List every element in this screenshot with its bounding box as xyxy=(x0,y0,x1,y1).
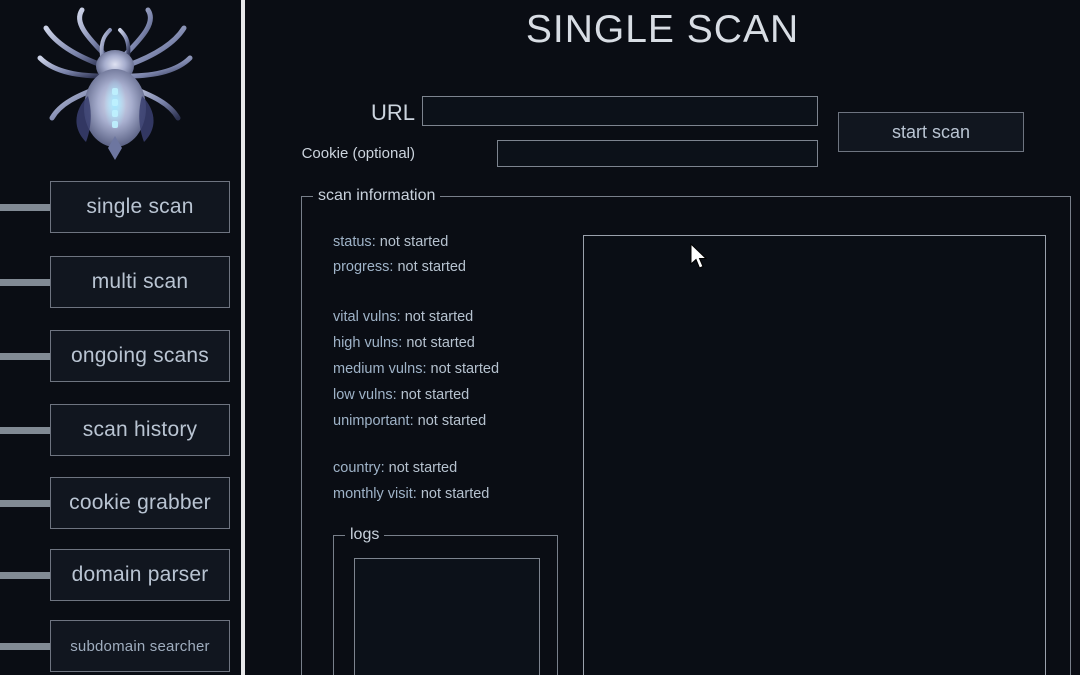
info-medium-vulns: medium vulns: not started xyxy=(333,361,500,377)
nav-connector-single-scan xyxy=(0,204,50,211)
info-low-vulns: low vulns: not started xyxy=(333,387,470,403)
start-scan-label: start scan xyxy=(891,121,971,142)
start-scan-button[interactable]: start scan xyxy=(838,112,1024,152)
cookie-label: Cookie (optional) xyxy=(301,145,415,162)
nav-connector-ongoing-scans xyxy=(0,353,50,360)
sidebar-item-label: scan history xyxy=(82,418,198,441)
url-label: URL xyxy=(370,100,415,125)
scan-results-panel[interactable] xyxy=(583,235,1046,675)
logs-groupbox: logs xyxy=(333,526,558,675)
sidebar-item-subdomain-searcher[interactable]: subdomain searcher xyxy=(50,620,230,672)
sidebar-item-cookie-grabber[interactable]: cookie grabber xyxy=(50,477,230,529)
sidebar-item-domain-parser[interactable]: domain parser xyxy=(50,549,230,601)
nav-connector-subdomain-searcher xyxy=(0,643,50,650)
info-vital-vulns: vital vulns: not started xyxy=(333,309,474,325)
nav-connector-scan-history xyxy=(0,427,50,434)
nav-connector-domain-parser xyxy=(0,572,50,579)
sidebar-item-scan-history[interactable]: scan history xyxy=(50,404,230,456)
info-unimportant: unimportant: not started xyxy=(333,413,487,429)
sidebar: single scan multi scan ongoing scans sca… xyxy=(0,0,243,675)
info-progress: progress: not started xyxy=(333,259,466,275)
logs-textarea[interactable] xyxy=(354,558,540,675)
sidebar-item-label: subdomain searcher xyxy=(70,637,210,655)
sidebar-item-label: domain parser xyxy=(71,563,209,586)
sidebar-item-multi-scan[interactable]: multi scan xyxy=(50,256,230,308)
scan-information-groupbox: scan information status: not started pro… xyxy=(301,187,1071,675)
info-monthly-visit: monthly visit: not started xyxy=(333,486,490,502)
info-country: country: not started xyxy=(333,460,458,476)
sidebar-item-label: multi scan xyxy=(91,270,189,293)
application-window: single scan multi scan ongoing scans sca… xyxy=(0,0,1080,675)
info-status: status: not started xyxy=(333,234,449,250)
sidebar-item-ongoing-scans[interactable]: ongoing scans xyxy=(50,330,230,382)
nav-connector-cookie-grabber xyxy=(0,500,50,507)
main-content: SINGLE SCAN URL Cookie (optional) start … xyxy=(245,0,1080,675)
sidebar-item-label: single scan xyxy=(86,195,194,218)
scan-information-title: scan information xyxy=(313,187,441,205)
url-input[interactable] xyxy=(422,96,818,126)
page-title: SINGLE SCAN xyxy=(525,8,800,51)
logs-title: logs xyxy=(345,526,385,544)
sidebar-item-single-scan[interactable]: single scan xyxy=(50,181,230,233)
cookie-input[interactable] xyxy=(497,140,818,167)
spider-logo-icon xyxy=(30,0,200,168)
info-high-vulns: high vulns: not started xyxy=(333,335,475,351)
sidebar-item-label: ongoing scans xyxy=(70,344,210,367)
sidebar-item-label: cookie grabber xyxy=(69,491,211,514)
nav-connector-multi-scan xyxy=(0,279,50,286)
